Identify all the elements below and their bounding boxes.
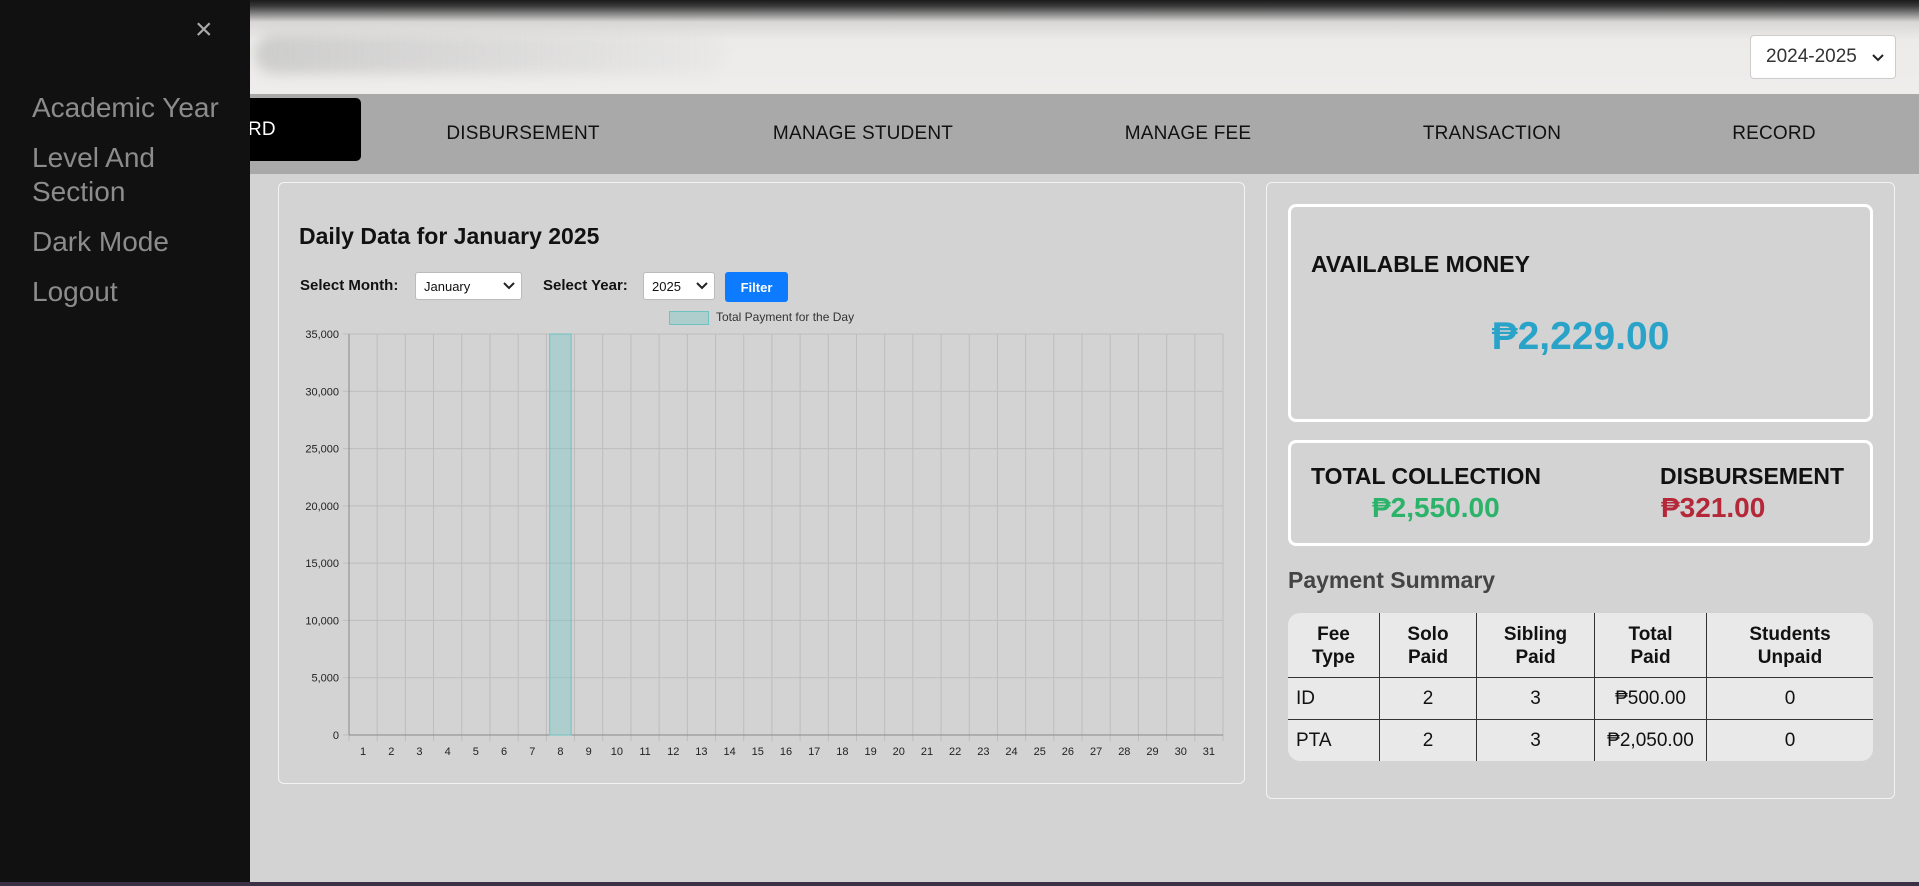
school-year-select[interactable]: 2024-2025: [1750, 35, 1896, 79]
disbursement-label: DISBURSEMENT: [1660, 463, 1845, 489]
x-tick-label: 13: [695, 746, 707, 758]
nav-transaction[interactable]: TRANSACTION: [1390, 94, 1594, 174]
blurred-header-title: [255, 34, 725, 74]
x-tick-label: 3: [416, 746, 422, 758]
x-tick-label: 18: [836, 746, 848, 758]
column-header: Solo Paid: [1379, 613, 1477, 678]
top-header: 2024-2025: [0, 0, 1919, 94]
chevron-down-icon: [1872, 54, 1884, 62]
x-tick-label: 5: [473, 746, 479, 758]
sidebar-item-level-and-section[interactable]: Level And Section: [32, 141, 242, 209]
x-tick-label: 9: [586, 746, 592, 758]
sidebar-item-dark-mode[interactable]: Dark Mode: [32, 225, 169, 259]
total-collection-label: TOTAL COLLECTION: [1311, 463, 1541, 489]
table-cell: 3: [1476, 677, 1595, 720]
total-collection-value: ₱2,550.00: [1372, 492, 1500, 523]
table-cell: 3: [1476, 719, 1595, 761]
x-tick-label: 27: [1090, 746, 1102, 758]
payment-summary-title: Payment Summary: [1288, 567, 1496, 593]
x-tick-label: 24: [1005, 746, 1017, 758]
school-year-value: 2024-2025: [1766, 46, 1857, 67]
x-tick-label: 12: [667, 746, 679, 758]
y-tick-label: 10,000: [305, 615, 339, 627]
x-tick-label: 26: [1062, 746, 1074, 758]
table-cell: PTA: [1288, 719, 1380, 761]
x-tick-label: 7: [529, 746, 535, 758]
daily-data-card: Daily Data for January 2025 Select Month…: [278, 182, 1245, 784]
x-tick-label: 23: [977, 746, 989, 758]
bar-day-8: [549, 333, 572, 736]
x-tick-label: 14: [723, 746, 735, 758]
y-tick-label: 20,000: [305, 501, 339, 513]
x-tick-label: 20: [893, 746, 905, 758]
nav-disbursement[interactable]: DISBURSEMENT: [413, 94, 633, 174]
available-money-label: AVAILABLE MONEY: [1311, 251, 1530, 277]
window-bottom-edge: [0, 882, 1919, 886]
collection-disbursement-box: TOTAL COLLECTION ₱2,550.00 DISBURSEMENT …: [1288, 440, 1873, 546]
x-tick-label: 22: [949, 746, 961, 758]
column-header: Sibling Paid: [1476, 613, 1595, 678]
table-row: PTA 2 3 ₱2,050.00 0: [1288, 719, 1873, 761]
table-cell: ₱500.00: [1594, 677, 1707, 720]
x-tick-label: 10: [611, 746, 623, 758]
y-tick-label: 5,000: [311, 673, 339, 685]
x-tick-label: 21: [921, 746, 933, 758]
x-tick-label: 1: [360, 746, 366, 758]
x-tick-label: 6: [501, 746, 507, 758]
table-cell: 2: [1379, 677, 1477, 720]
table-cell: ₱2,050.00: [1594, 719, 1707, 761]
nav-dashboard[interactable]: RD: [238, 98, 361, 161]
x-tick-label: 17: [808, 746, 820, 758]
available-money-box: AVAILABLE MONEY ₱2,229.00: [1288, 204, 1873, 422]
close-icon[interactable]: ×: [195, 14, 213, 46]
y-tick-label: 0: [333, 730, 339, 742]
main-nav: RD DISBURSEMENT MANAGE STUDENT MANAGE FE…: [0, 94, 1919, 174]
x-tick-label: 25: [1034, 746, 1046, 758]
sidebar-menu: × Academic Year Level And Section Dark M…: [0, 0, 250, 882]
payment-summary-table: Fee Type Solo Paid Sibling Paid Total Pa…: [1288, 613, 1873, 761]
table-cell: 0: [1706, 677, 1873, 720]
sidebar-item-logout[interactable]: Logout: [32, 275, 118, 309]
table-cell: ID: [1288, 677, 1380, 720]
nav-record[interactable]: RECORD: [1700, 94, 1848, 174]
summary-card: AVAILABLE MONEY ₱2,229.00 TOTAL COLLECTI…: [1266, 182, 1895, 799]
y-tick-label: 30,000: [305, 386, 339, 398]
table-header-row: Fee Type Solo Paid Sibling Paid Total Pa…: [1288, 613, 1873, 678]
x-tick-label: 31: [1203, 746, 1215, 758]
available-money-value: ₱2,229.00: [1491, 315, 1670, 358]
x-tick-label: 8: [557, 746, 563, 758]
daily-payment-chart: 0 5,000 10,000 15,000 20,000 25,000 30,000 35,0…: [305, 329, 1224, 758]
column-header: Total Paid: [1594, 613, 1707, 678]
x-tick-label: 4: [445, 746, 451, 758]
y-tick-label: 15,000: [305, 558, 339, 570]
table-row: ID 2 3 ₱500.00 0: [1288, 677, 1873, 720]
x-tick-label: 15: [752, 746, 764, 758]
x-tick-label: 11: [639, 746, 650, 758]
x-tick-label: 2: [388, 746, 394, 758]
column-header: Students Unpaid: [1706, 613, 1873, 678]
x-tick-label: 16: [780, 746, 792, 758]
column-header: Fee Type: [1288, 613, 1380, 678]
y-tick-label: 25,000: [305, 444, 339, 456]
nav-manage-student[interactable]: MANAGE STUDENT: [743, 94, 983, 174]
x-tick-label: 30: [1175, 746, 1187, 758]
x-tick-label: 19: [864, 746, 876, 758]
table-cell: 0: [1784, 729, 1796, 751]
y-tick-label: 35,000: [305, 329, 339, 341]
nav-manage-fee[interactable]: MANAGE FEE: [1088, 94, 1288, 174]
x-tick-label: 28: [1118, 746, 1130, 758]
table-cell: 2: [1379, 719, 1477, 761]
x-tick-label: 29: [1146, 746, 1158, 758]
sidebar-item-academic-year[interactable]: Academic Year: [32, 91, 219, 125]
disbursement-value: ₱321.00: [1661, 492, 1766, 523]
